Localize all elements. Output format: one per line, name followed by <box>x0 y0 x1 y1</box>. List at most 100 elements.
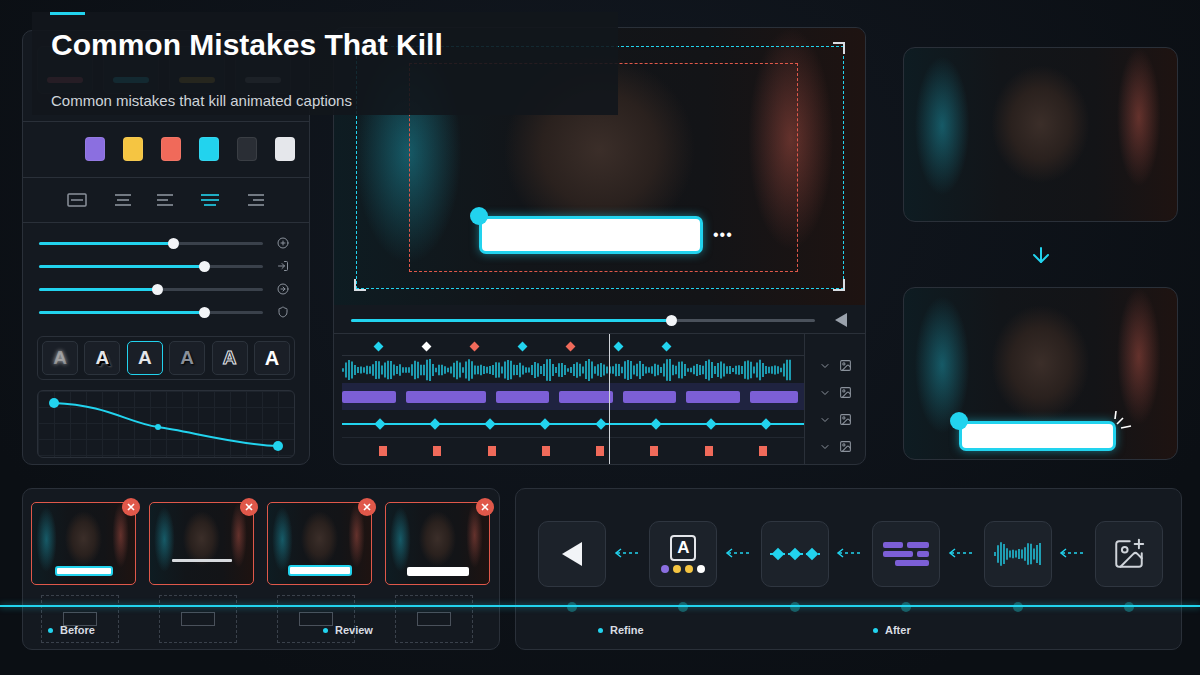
caption-segment[interactable] <box>623 391 677 403</box>
audio-step[interactable] <box>984 521 1052 587</box>
font-style-button[interactable]: A <box>169 341 205 375</box>
cue-mark[interactable] <box>650 446 658 456</box>
chevron-down-icon[interactable] <box>819 441 831 453</box>
cue-mark[interactable] <box>542 446 550 456</box>
keyframes-step[interactable] <box>761 521 829 587</box>
align-right-icon[interactable] <box>245 193 265 207</box>
scrub-track[interactable] <box>351 319 815 322</box>
frame-corner <box>833 279 845 291</box>
align-center-icon[interactable] <box>112 193 132 207</box>
caption-segment[interactable] <box>406 391 486 403</box>
align-left-icon[interactable] <box>156 193 176 207</box>
color-swatch[interactable] <box>199 137 219 161</box>
slider-knob[interactable] <box>199 307 210 318</box>
cue-mark[interactable] <box>759 446 767 456</box>
align-box-icon[interactable] <box>67 193 87 207</box>
play-step[interactable] <box>538 521 606 587</box>
compare-column <box>903 47 1178 460</box>
mistake-thumb[interactable] <box>31 502 136 585</box>
align-justify-icon[interactable] <box>200 193 220 207</box>
playhead[interactable] <box>609 334 610 464</box>
timeline-marker[interactable] <box>470 342 480 352</box>
cue-mark[interactable] <box>379 446 387 456</box>
timeline-marker[interactable] <box>422 342 432 352</box>
keyframe[interactable] <box>761 418 772 429</box>
keyframes-icon <box>768 546 822 562</box>
cue-row <box>342 437 804 464</box>
cue-mark[interactable] <box>433 446 441 456</box>
keyframe[interactable] <box>429 418 440 429</box>
mistake-thumb[interactable] <box>385 502 490 585</box>
chevron-down-icon[interactable] <box>819 360 831 372</box>
timeline-marker[interactable] <box>566 342 576 352</box>
stage-dot <box>48 628 53 633</box>
keyframe[interactable] <box>705 418 716 429</box>
step-dot <box>1124 602 1134 612</box>
color-swatch[interactable] <box>237 137 257 161</box>
easing-curve[interactable] <box>37 390 295 458</box>
flow-arrow-icon <box>725 547 753 559</box>
caption-handle[interactable] <box>470 207 488 225</box>
arrow-down-icon <box>903 222 1178 287</box>
font-style-button[interactable]: A <box>127 341 163 375</box>
caption-segment[interactable] <box>496 391 550 403</box>
timeline-marker[interactable] <box>614 342 624 352</box>
timeline-marker[interactable] <box>518 342 528 352</box>
title: Common Mistakes That Kill <box>51 26 602 64</box>
slider-track[interactable] <box>39 288 263 291</box>
text-step[interactable] <box>872 521 940 587</box>
slider-icon <box>277 260 289 272</box>
font-style-button[interactable]: A <box>212 341 248 375</box>
scrub-knob[interactable] <box>666 315 677 326</box>
slider-knob[interactable] <box>152 284 163 295</box>
keyframe[interactable] <box>540 418 551 429</box>
caption-segment[interactable] <box>750 391 798 403</box>
cue-mark[interactable] <box>488 446 496 456</box>
color-swatch[interactable] <box>161 137 181 161</box>
timeline-marker[interactable] <box>662 342 672 352</box>
slider-fill <box>39 288 158 291</box>
chevron-down-icon[interactable] <box>819 414 831 426</box>
color-swatch[interactable] <box>85 137 105 161</box>
color-swatch[interactable] <box>275 137 295 161</box>
mistake-thumb[interactable] <box>149 502 254 585</box>
track-controls <box>804 334 865 464</box>
caption-segment[interactable] <box>559 391 613 403</box>
slider-track[interactable] <box>39 265 263 268</box>
image-icon[interactable] <box>839 440 852 453</box>
image-icon[interactable] <box>839 386 852 399</box>
track-control <box>819 379 852 406</box>
cue-mark[interactable] <box>705 446 713 456</box>
font-style-button[interactable]: A <box>42 341 78 375</box>
caption-segment[interactable] <box>686 391 740 403</box>
keyframe[interactable] <box>595 418 606 429</box>
slider-knob[interactable] <box>168 238 179 249</box>
font-style-button[interactable]: A <box>254 341 290 375</box>
step-dot <box>678 602 688 612</box>
image-icon[interactable] <box>839 413 852 426</box>
track-control <box>819 433 852 460</box>
slider-knob[interactable] <box>199 261 210 272</box>
caption-box[interactable] <box>959 421 1116 451</box>
slider-row <box>39 260 295 272</box>
cue-mark[interactable] <box>596 446 604 456</box>
style-step[interactable]: A <box>649 521 717 587</box>
caption-box[interactable] <box>479 216 703 254</box>
mistake-thumb[interactable] <box>267 502 372 585</box>
back-icon[interactable] <box>835 313 847 327</box>
caption-segment[interactable] <box>342 391 396 403</box>
slider-track[interactable] <box>39 311 263 314</box>
chevron-down-icon[interactable] <box>819 387 831 399</box>
keyframe[interactable] <box>484 418 495 429</box>
caption-menu[interactable]: ••• <box>713 227 733 243</box>
color-swatch[interactable] <box>123 137 143 161</box>
keyframe[interactable] <box>650 418 661 429</box>
image-icon[interactable] <box>839 359 852 372</box>
caption-handle[interactable] <box>950 412 968 430</box>
font-style-button[interactable]: A <box>84 341 120 375</box>
media-step[interactable] <box>1095 521 1163 587</box>
timeline-marker[interactable] <box>374 342 384 352</box>
stage-label: Review <box>323 624 598 636</box>
slider-track[interactable] <box>39 242 263 245</box>
keyframe[interactable] <box>374 418 385 429</box>
